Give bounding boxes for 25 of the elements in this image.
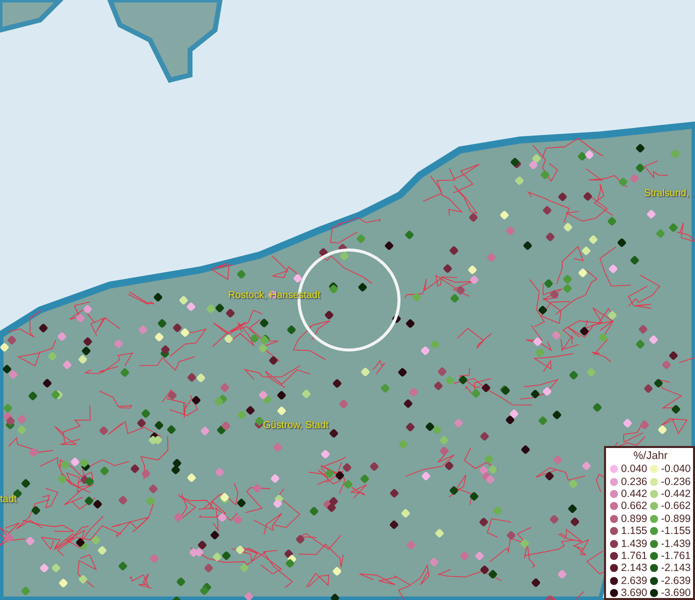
legend-value: -0.236: [661, 476, 691, 488]
legend-value: 1.439: [621, 538, 648, 550]
legend-value: 0.899: [621, 512, 648, 525]
legend-value: 0.662: [621, 500, 648, 512]
legend-value: 0.442: [621, 488, 648, 500]
legend-value: -1.155: [661, 525, 691, 538]
legend-value: 3.690: [621, 587, 648, 600]
legend-value: -1.761: [661, 550, 691, 562]
legend-value: 0.236: [621, 476, 648, 488]
legend-value: -2.639: [661, 574, 691, 587]
legend-value: 0.040: [621, 463, 648, 476]
place-label: Stralsund,: [644, 188, 690, 199]
legend-value: -2.143: [661, 562, 691, 574]
legend-value: 1.155: [621, 525, 648, 538]
legend-value: -1.439: [661, 538, 691, 550]
legend-title: %/Jahr: [632, 450, 669, 463]
legend-value: 2.143: [621, 562, 648, 574]
legend-value: -0.662: [661, 500, 691, 512]
legend-value: -0.040: [661, 463, 691, 476]
legend-value: -0.442: [661, 488, 691, 500]
legend-value: -0.899: [661, 512, 691, 525]
place-label: Güstrow, Stadt: [263, 420, 329, 431]
legend-value: 2.639: [621, 574, 648, 587]
legend-value: -3.690: [661, 587, 691, 600]
legend-value: 1.761: [621, 550, 648, 562]
